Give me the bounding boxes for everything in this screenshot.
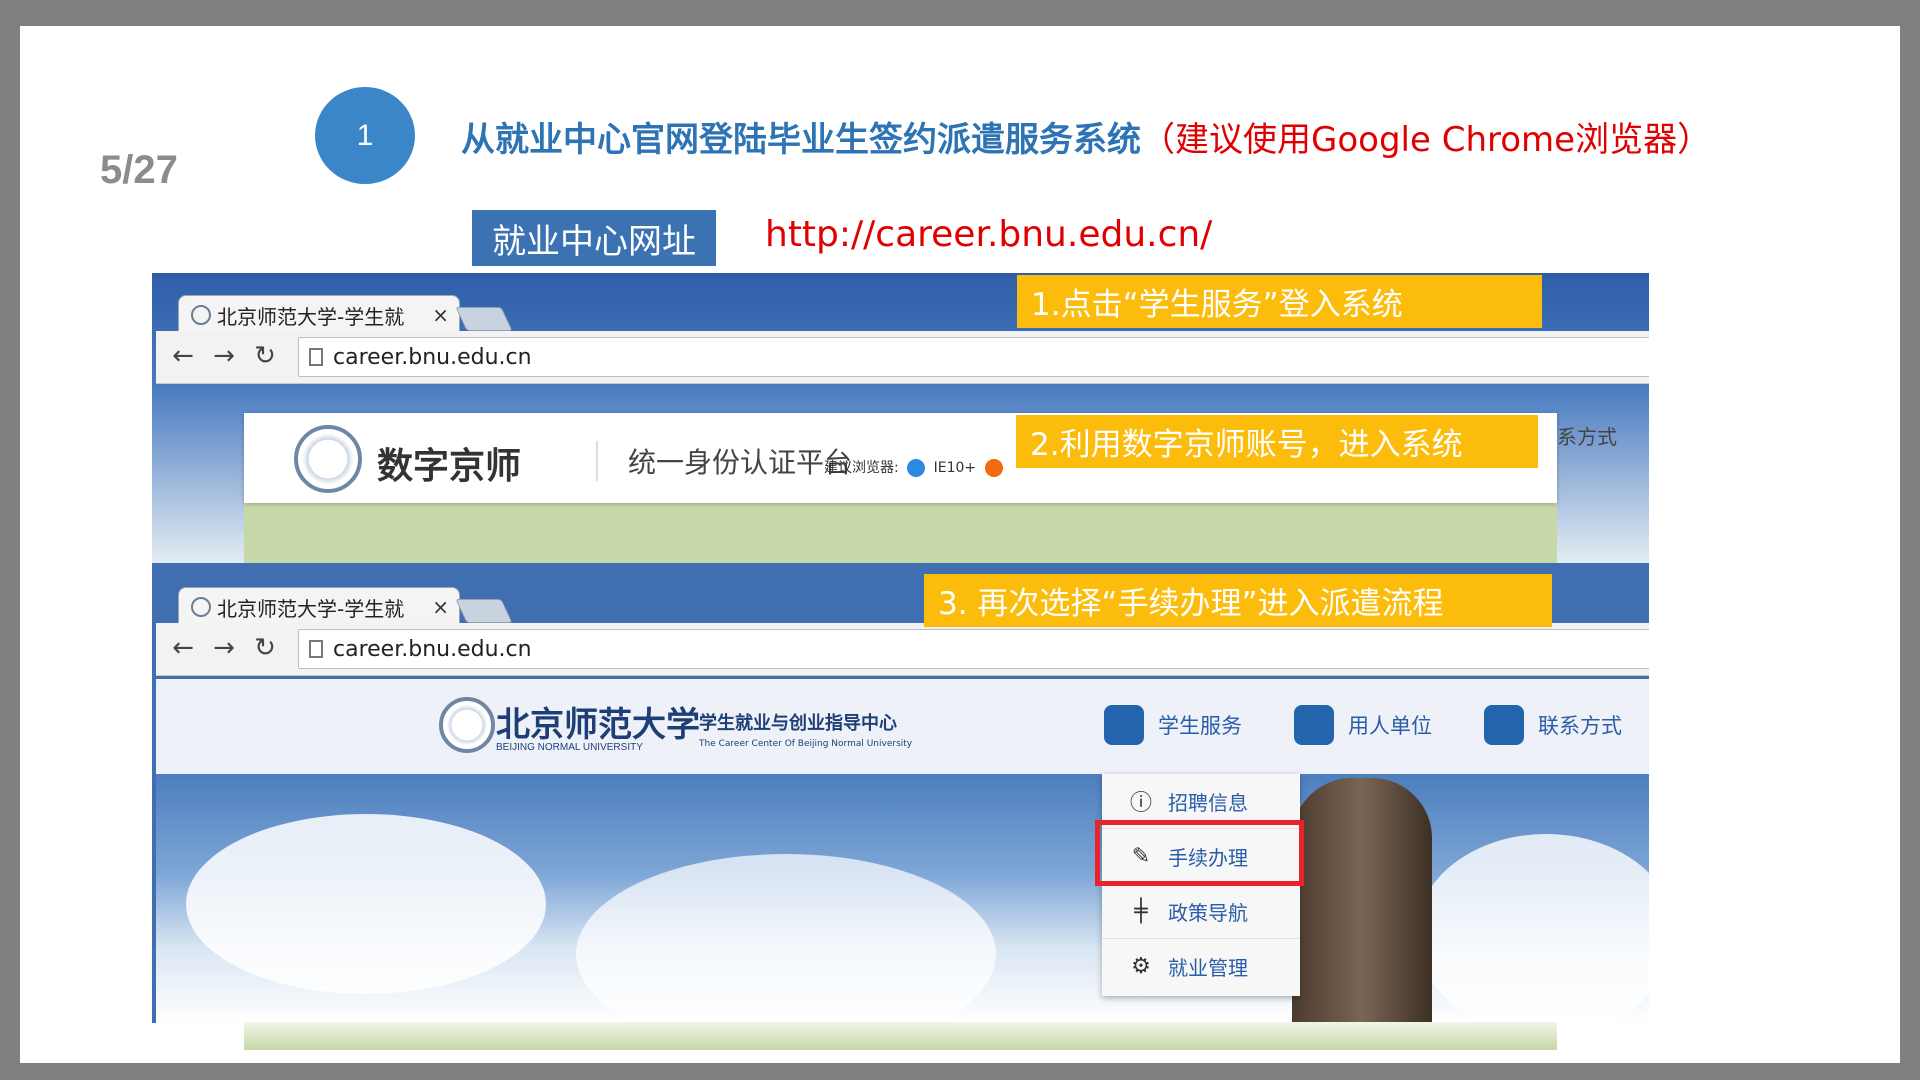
nav-contact[interactable]: 联系方式: [1484, 705, 1622, 745]
info-icon: ⓘ: [1129, 791, 1152, 816]
dropdown-item-management[interactable]: ⚙ 就业管理: [1102, 939, 1300, 994]
page-icon: [309, 348, 323, 366]
slide-title: 从就业中心官网登陆毕业生签约派遣服务系统（建议使用Google Chrome浏览…: [461, 112, 1711, 161]
tab-title: 北京师范大学-学生就: [217, 304, 405, 329]
university-seal-icon: [294, 425, 362, 493]
callout-step2: 2.利用数字京师账号，进入系统: [1016, 415, 1538, 468]
dropdown-item-policy[interactable]: ╪ 政策导航: [1102, 884, 1300, 939]
page-number: 5/27: [100, 148, 178, 192]
new-tab-button[interactable]: [455, 599, 513, 623]
site-header: 北京师范大学 BEIJING NORMAL UNIVERSITY 学生就业与创业…: [156, 679, 1649, 774]
back-arrow-icon[interactable]: ←: [168, 341, 198, 371]
cloud: [576, 854, 996, 1023]
new-tab-button[interactable]: [455, 307, 513, 331]
browser-tab[interactable]: 北京师范大学-学生就 ×: [178, 587, 460, 626]
browser-toolbar: ← → ↻ career.bnu.edu.cn: [156, 623, 1649, 676]
cloud: [1416, 834, 1649, 1023]
site-favicon-icon: [191, 305, 211, 325]
browser-tab[interactable]: 北京师范大学-学生就 ×: [178, 295, 460, 334]
site-logo-subtitle: BEIJING NORMAL UNIVERSITY: [496, 742, 643, 753]
contact-icon: [1484, 705, 1524, 745]
nav-label: 用人单位: [1348, 714, 1432, 738]
nav-employers[interactable]: 用人单位: [1294, 705, 1432, 745]
address-bar[interactable]: career.bnu.edu.cn: [298, 337, 1649, 377]
reload-icon[interactable]: ↻: [250, 633, 280, 663]
student-icon: [1104, 705, 1144, 745]
highlight-box: [1095, 820, 1304, 886]
gear-icon: ⚙: [1131, 954, 1151, 979]
dropdown-label: 招聘信息: [1168, 790, 1248, 815]
signpost-icon: ╪: [1134, 898, 1148, 924]
nav-label: 联系方式: [1538, 714, 1622, 738]
dropdown-label: 就业管理: [1168, 956, 1248, 980]
url-label: 就业中心网址: [472, 210, 716, 266]
site-favicon-icon: [191, 597, 211, 617]
firefox-icon: [984, 459, 1003, 477]
screenshot-composite: 北京师范大学-学生就 × ← → ↻ career.bnu.edu.cn 1.点…: [152, 273, 1649, 1023]
step-number-badge: 1: [315, 87, 415, 184]
browser-toolbar: ← → ↻ career.bnu.edu.cn: [156, 331, 1649, 384]
tab-title: 北京师范大学-学生就: [217, 596, 405, 621]
dropdown-label: 政策导航: [1168, 900, 1248, 925]
nav-label: 学生服务: [1158, 714, 1242, 738]
bottom-strip: [244, 1022, 1557, 1050]
nav-student-services[interactable]: 学生服务: [1104, 705, 1242, 745]
browser-recommendation: 建议浏览器: IE10+: [824, 457, 1007, 477]
address-text: career.bnu.edu.cn: [333, 636, 532, 662]
address-bar[interactable]: career.bnu.edu.cn: [298, 629, 1649, 669]
brand-name: 数字京师: [377, 446, 522, 487]
back-arrow-icon[interactable]: ←: [168, 633, 198, 663]
platform-name: 统一身份认证平台: [596, 441, 852, 481]
page-icon: [309, 640, 323, 658]
tower-image: [1292, 778, 1432, 1023]
title-main: 从就业中心官网登陆毕业生签约派遣服务系统: [461, 120, 1141, 160]
ie-version: IE10+: [933, 460, 977, 476]
address-text: career.bnu.edu.cn: [333, 344, 532, 370]
center-name-en: The Career Center Of Beijing Normal Univ…: [699, 739, 913, 749]
contact-peek: 系方式: [1557, 425, 1617, 449]
cloud: [186, 814, 546, 994]
forward-arrow-icon[interactable]: →: [209, 341, 239, 371]
callout-step1: 1.点击“学生服务”登入系统: [1017, 275, 1542, 328]
center-name: 学生就业与创业指导中心: [699, 713, 897, 734]
forward-arrow-icon[interactable]: →: [209, 633, 239, 663]
close-icon[interactable]: ×: [432, 303, 449, 327]
callout-step3: 3. 再次选择“手续办理”进入派遣流程: [924, 574, 1552, 627]
university-seal-icon: [439, 697, 495, 753]
title-note: （建议使用Google Chrome浏览器）: [1141, 120, 1712, 160]
browsers-label: 建议浏览器:: [824, 460, 899, 476]
user-icon: [1294, 705, 1334, 745]
reload-icon[interactable]: ↻: [250, 341, 280, 371]
close-icon[interactable]: ×: [432, 595, 449, 619]
site-logo-text[interactable]: 北京师范大学: [496, 697, 700, 746]
url-link[interactable]: http://career.bnu.edu.cn/: [765, 214, 1212, 255]
ie-icon: [907, 459, 926, 477]
